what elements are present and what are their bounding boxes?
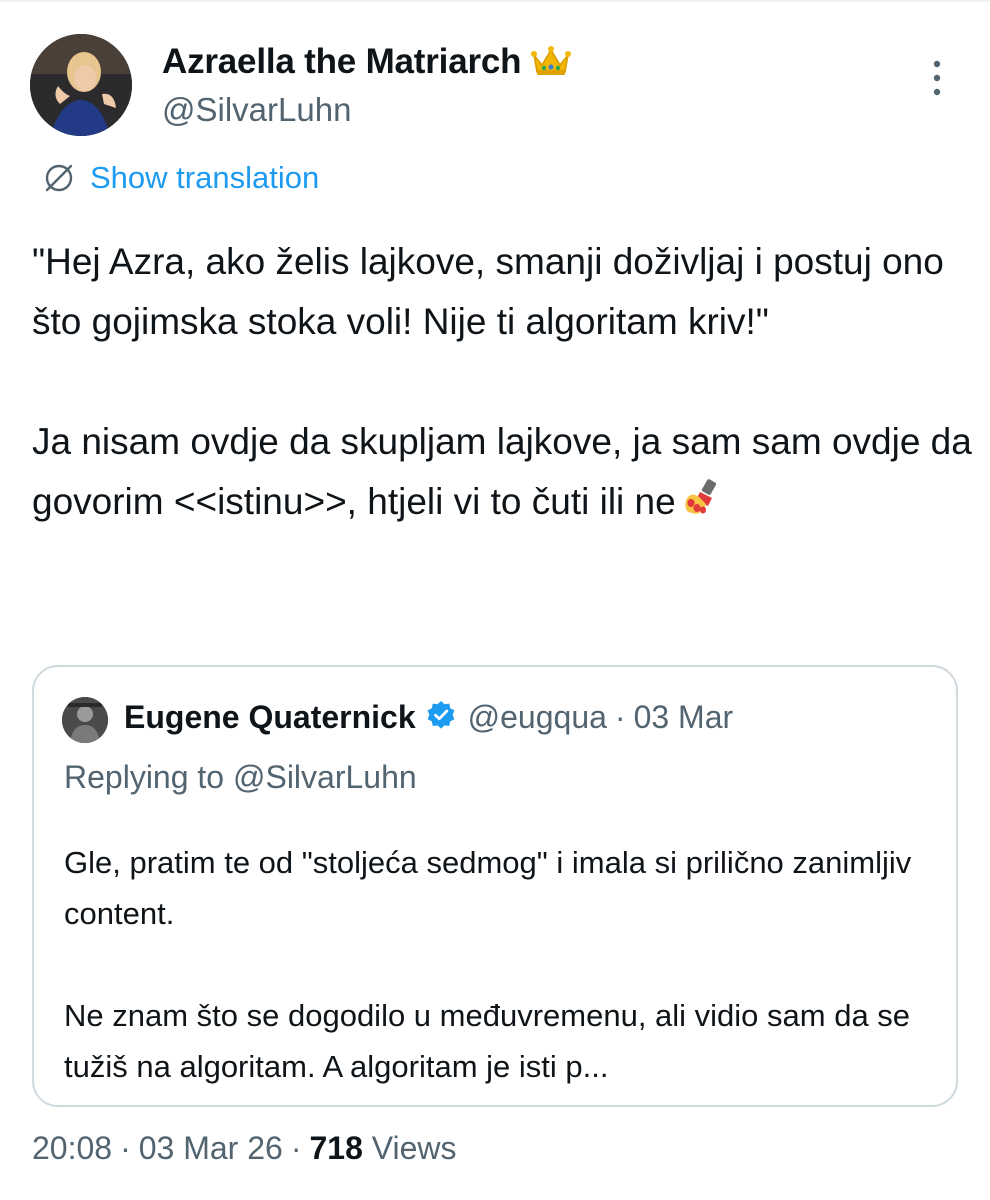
tweet-body: "Hej Azra, ako želis lajkove, smanji dož… [32,232,972,538]
meta-separator-1: · [120,1130,131,1166]
author-display-name[interactable]: Azraella the Matriarch [162,42,572,86]
crown-icon [531,45,572,86]
quote-author-avatar[interactable] [62,697,108,743]
quote-paragraph-1: Gle, pratim te od "stoljeća sedmog" i im… [64,845,912,931]
views-count[interactable]: 718 [309,1130,362,1166]
show-translation-link[interactable]: Show translation [42,160,319,196]
top-divider [0,0,990,2]
show-translation-label: Show translation [90,160,320,195]
tweet-paragraph-2-text: Ja nisam ovdje da skupljam lajkove, ja s… [32,421,972,522]
nail-polish-icon [682,478,724,538]
tweet-date[interactable]: 03 Mar 26 [139,1130,283,1166]
views-label[interactable]: Views [372,1130,457,1166]
author-handle[interactable]: @SilvarLuhn [162,91,351,129]
more-options-icon[interactable] [930,58,944,98]
tweet-time[interactable]: 20:08 [32,1130,112,1166]
quote-separator: · [614,699,626,735]
author-avatar[interactable] [30,34,132,136]
author-name-text: Azraella the Matriarch [162,42,522,81]
tweet-paragraph-1: "Hej Azra, ako želis lajkove, smanji dož… [32,241,944,342]
tweet-paragraph-2: Ja nisam ovdje da skupljam lajkove, ja s… [32,412,972,538]
meta-separator-2: · [290,1130,302,1166]
quote-paragraph-2: Ne znam što se dogodilo u međuvremenu, a… [64,998,911,1084]
verified-badge-icon [426,700,456,735]
quote-author-handle[interactable]: @eugqua [468,699,607,736]
quote-header: Eugene Quaternick @eugqua · 03 Mar [124,699,733,736]
quote-body: Gle, pratim te od "stoljeća sedmog" i im… [64,837,934,1092]
quote-replying-to: Replying to @SilvarLuhn [64,759,417,795]
quoted-tweet-card[interactable]: Eugene Quaternick @eugqua · 03 Mar Reply… [32,665,958,1107]
quote-author-name[interactable]: Eugene Quaternick [124,699,416,736]
globe-slash-icon [45,164,73,192]
quote-date[interactable]: 03 Mar [634,699,734,736]
tweet-meta: 20:08 · 03 Mar 26 · 718 Views [32,1130,457,1167]
